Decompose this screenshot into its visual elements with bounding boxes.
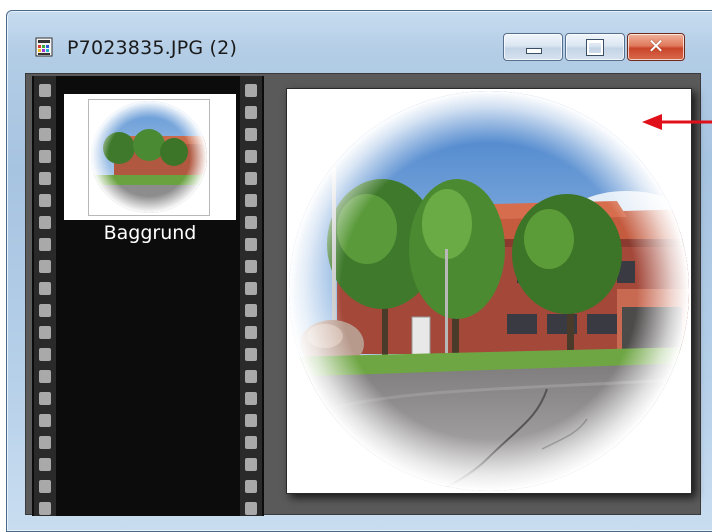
film-perforation	[39, 436, 51, 449]
film-perforation	[39, 370, 51, 383]
film-perforation	[39, 458, 51, 471]
maximize-button[interactable]	[565, 33, 625, 61]
film-perforation	[245, 128, 257, 141]
film-perforation	[39, 326, 51, 339]
film-perforation	[245, 348, 257, 361]
film-perforation	[39, 216, 51, 229]
film-perforation	[39, 502, 51, 515]
close-icon: ✕	[647, 34, 665, 58]
film-perforation	[245, 502, 257, 515]
film-perforation	[245, 260, 257, 273]
film-perforation	[245, 172, 257, 185]
image-file-icon	[35, 37, 53, 57]
film-perforations-right	[240, 76, 262, 516]
window-title: P7023835.JPG (2)	[67, 37, 238, 59]
film-perforation	[39, 172, 51, 185]
film-perforation	[39, 480, 51, 493]
film-perforation	[39, 392, 51, 405]
layer-name-label: Baggrund	[103, 222, 197, 244]
minimize-button[interactable]	[503, 33, 563, 61]
film-perforation	[245, 150, 257, 163]
film-perforation	[245, 370, 257, 383]
film-perforation	[39, 150, 51, 163]
film-perforation	[39, 348, 51, 361]
image-window: P7023835.JPG (2) ✕ Baggrund	[6, 10, 712, 532]
film-perforation	[39, 414, 51, 427]
film-perforation	[245, 480, 257, 493]
layer-thumbnail-image	[88, 99, 210, 216]
film-perforation	[245, 216, 257, 229]
film-perforation	[39, 304, 51, 317]
film-perforation	[39, 194, 51, 207]
film-perforation	[39, 260, 51, 273]
film-perforation	[245, 84, 257, 97]
film-perforation	[39, 84, 51, 97]
film-perforation	[245, 194, 257, 207]
film-perforations-left	[34, 76, 56, 516]
film-perforation	[245, 282, 257, 295]
layer-thumbnail[interactable]	[64, 94, 236, 220]
film-perforation	[245, 326, 257, 339]
maximize-icon	[586, 39, 604, 56]
image-workspace: Baggrund	[25, 73, 701, 516]
film-perforation	[245, 414, 257, 427]
red-arrow-icon	[640, 110, 712, 134]
layer-film-strip[interactable]: Baggrund	[32, 76, 264, 516]
film-perforation	[245, 304, 257, 317]
title-bar[interactable]: P7023835.JPG (2) ✕	[7, 11, 712, 71]
image-canvas[interactable]	[286, 88, 692, 494]
film-perforation	[245, 392, 257, 405]
film-perforation	[245, 106, 257, 119]
film-perforation	[245, 238, 257, 251]
film-perforation	[39, 282, 51, 295]
film-perforation	[39, 238, 51, 251]
film-perforation	[245, 458, 257, 471]
film-perforation	[39, 128, 51, 141]
film-perforation	[245, 436, 257, 449]
close-button[interactable]: ✕	[627, 33, 685, 61]
film-perforation	[39, 106, 51, 119]
minimize-icon	[526, 48, 542, 54]
